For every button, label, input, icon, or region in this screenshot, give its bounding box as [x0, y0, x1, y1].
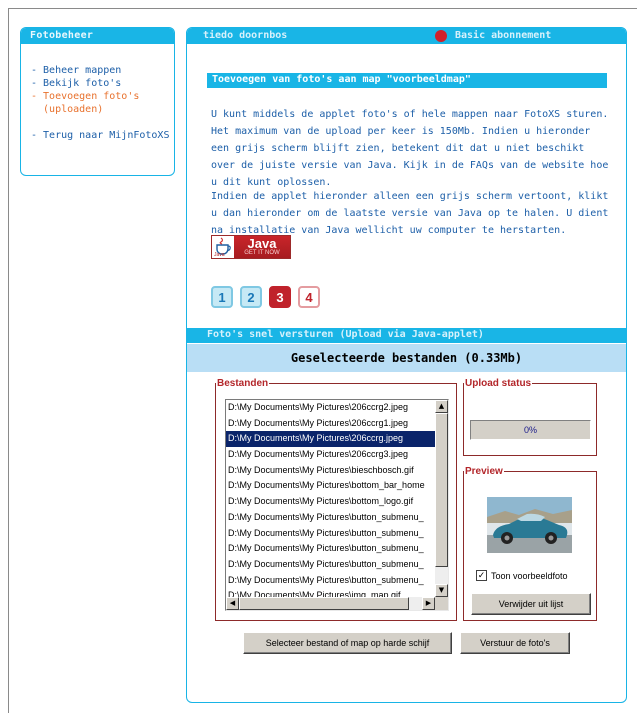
scroll-right-icon[interactable]: ▶ [422, 597, 435, 610]
step-4[interactable]: 4 [298, 286, 320, 308]
file-list-item[interactable]: D:\My Documents\My Pictures\bottom_bar_h… [226, 478, 435, 494]
files-legend: Bestanden [217, 378, 269, 389]
file-list-item[interactable]: D:\My Documents\My Pictures\button_subme… [226, 573, 435, 589]
java-brand: Java GET IT NOW [234, 236, 290, 258]
send-photos-button[interactable]: Verstuur de foto's [460, 632, 570, 654]
sidebar-item-toevoegen-fotos[interactable]: - Toevoegen foto's [31, 90, 174, 103]
java-small-label: Java [214, 252, 225, 258]
upload-status-group: Upload status [463, 378, 597, 456]
sidebar-title: Fotobeheer [21, 28, 174, 44]
file-list-item[interactable]: D:\My Documents\My Pictures\206ccrg2.jpe… [226, 400, 435, 416]
java-brand-text: Java [247, 236, 277, 251]
sidebar-menu: - Beheer mappen - Bekijk foto's - Toevoe… [21, 44, 174, 142]
intro-paragraph-1: U kunt middels de applet foto's of hele … [211, 109, 609, 188]
preview-car-image [487, 497, 572, 553]
file-list-item[interactable]: D:\My Documents\My Pictures\button_subme… [226, 541, 435, 557]
file-list-item[interactable]: D:\My Documents\My Pictures\206ccrg1.jpe… [226, 416, 435, 432]
file-list-item[interactable]: D:\My Documents\My Pictures\206ccrg.jpeg [226, 431, 435, 448]
remove-from-list-button[interactable]: Verwijder uit lijst [471, 593, 591, 615]
main-header: tiedo doornbos Basic abonnement [187, 28, 626, 44]
scroll-left-icon[interactable]: ◀ [226, 597, 239, 610]
file-list-item[interactable]: D:\My Documents\My Pictures\button_subme… [226, 510, 435, 526]
intro-paragraph-2: Indien de applet hieronder alleen een gr… [211, 191, 609, 236]
sidebar-item-beheer-mappen[interactable]: - Beheer mappen [31, 64, 174, 77]
sidebar-panel: Fotobeheer - Beheer mappen - Bekijk foto… [20, 27, 175, 176]
selected-summary: Geselecteerde bestanden (0.33Mb) [187, 344, 626, 372]
applet-title: Foto's snel versturen (Upload via Java-a… [187, 328, 626, 343]
step-3[interactable]: 3 [269, 286, 291, 308]
preview-legend: Preview [465, 466, 503, 477]
show-preview-label: Toon voorbeeldfoto [491, 570, 568, 581]
upload-status-legend: Upload status [465, 378, 532, 389]
file-list-items: D:\My Documents\My Pictures\206ccrg2.jpe… [226, 400, 435, 597]
show-preview-checkbox[interactable]: ✓ [476, 570, 487, 581]
file-list-item[interactable]: D:\My Documents\My Pictures\bieschbosch.… [226, 463, 435, 479]
file-list-vscrollbar[interactable]: ▲ ▼ [435, 400, 448, 597]
user-name: tiedo doornbos [203, 30, 288, 41]
subscription-label: Basic abonnement [455, 30, 552, 41]
java-tagline: GET IT NOW [244, 250, 280, 256]
file-list-hscrollbar[interactable]: ◀ ▶ [226, 597, 435, 610]
sidebar-item-terug[interactable]: - Terug naar MijnFotoXS [31, 129, 174, 142]
select-files-button[interactable]: Selecteer bestand of map op harde schijf [243, 632, 452, 654]
scroll-corner [435, 597, 448, 610]
show-preview-row[interactable]: ✓ Toon voorbeeldfoto [476, 570, 568, 581]
file-list[interactable]: D:\My Documents\My Pictures\206ccrg2.jpe… [225, 399, 449, 611]
java-cup-icon: Java [212, 236, 234, 258]
sidebar-item-toevoegen-fotos-sub[interactable]: (uploaden) [31, 103, 174, 116]
upload-progress-text: 0% [523, 425, 537, 435]
scroll-thumb-horizontal[interactable] [239, 597, 409, 610]
upload-progress-bar: 0% [470, 420, 591, 440]
file-list-item[interactable]: D:\My Documents\My Pictures\button_subme… [226, 526, 435, 542]
sidebar-item-bekijk-fotos[interactable]: - Bekijk foto's [31, 77, 174, 90]
scroll-down-icon[interactable]: ▼ [435, 584, 448, 597]
scroll-thumb-vertical[interactable] [435, 413, 448, 567]
java-download-button[interactable]: Java Java GET IT NOW [211, 235, 291, 259]
scroll-up-icon[interactable]: ▲ [435, 400, 448, 413]
step-2[interactable]: 2 [240, 286, 262, 308]
step-indicator: 1 2 3 4 [211, 286, 320, 308]
status-dot-icon [435, 30, 447, 42]
file-list-item[interactable]: D:\My Documents\My Pictures\img_map.gif [226, 588, 435, 597]
file-list-item[interactable]: D:\My Documents\My Pictures\206ccrg3.jpe… [226, 447, 435, 463]
step-1[interactable]: 1 [211, 286, 233, 308]
file-list-item[interactable]: D:\My Documents\My Pictures\button_subme… [226, 557, 435, 573]
file-list-item[interactable]: D:\My Documents\My Pictures\bottom_logo.… [226, 494, 435, 510]
section-title: Toevoegen van foto's aan map "voorbeeldm… [207, 73, 607, 88]
